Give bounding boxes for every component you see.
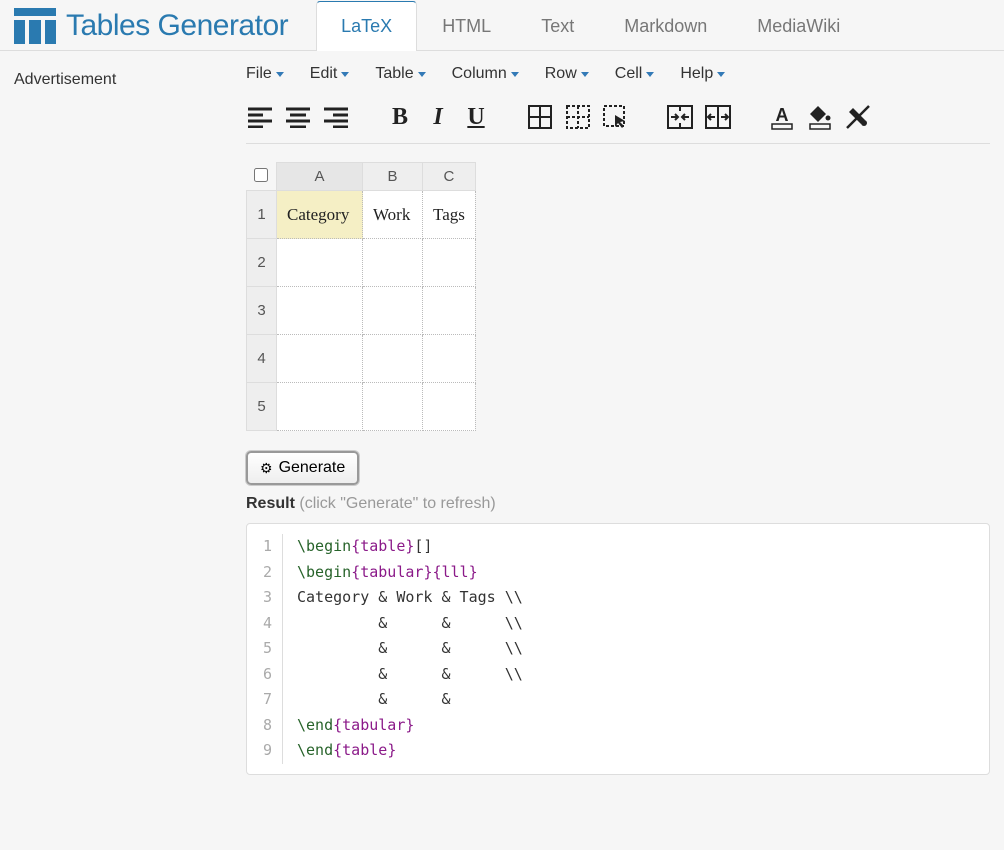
borders-dashed-icon[interactable] [564,103,592,131]
cell-C2[interactable] [423,239,476,287]
brand-text: Tables Generator [66,9,288,43]
cell-C5[interactable] [423,383,476,431]
cell-A5[interactable] [277,383,363,431]
tab-markdown[interactable]: Markdown [599,1,732,51]
underline-icon[interactable]: U [462,103,490,131]
code-output[interactable]: 1\begin{table}[]2\begin{tabular}{lll}3Ca… [246,523,990,775]
code-line: 9\end{table} [255,738,981,764]
chevron-down-icon [418,72,426,77]
menu-column[interactable]: Column [452,65,519,83]
cell-B1[interactable]: Work [363,191,423,239]
code-line: 2\begin{tabular}{lll} [255,560,981,586]
cell-B4[interactable] [363,335,423,383]
tab-text[interactable]: Text [516,1,599,51]
menu-file[interactable]: File [246,65,284,83]
cell-B5[interactable] [363,383,423,431]
generate-button[interactable]: ⚙ Generate [246,451,359,485]
chevron-down-icon [717,72,725,77]
col-header-C[interactable]: C [423,163,476,191]
row-header-1[interactable]: 1 [247,191,277,239]
cell-A4[interactable] [277,335,363,383]
menu-help[interactable]: Help [680,65,725,83]
align-center-icon[interactable] [284,103,312,131]
borders-all-icon[interactable] [526,103,554,131]
split-cells-icon[interactable] [704,103,732,131]
code-line: 6 & & \\ [255,662,981,688]
cell-B3[interactable] [363,287,423,335]
merge-cells-icon[interactable] [666,103,694,131]
row-header-4[interactable]: 4 [247,335,277,383]
format-tabs: LaTeXHTMLTextMarkdownMediaWiki [316,0,865,50]
bold-icon[interactable]: B [386,103,414,131]
menubar: File Edit Table Column Row Cell Help [246,51,990,97]
code-line: 5 & & \\ [255,636,981,662]
cell-A3[interactable] [277,287,363,335]
menu-cell[interactable]: Cell [615,65,655,83]
header: Tables Generator LaTeXHTMLTextMarkdownMe… [0,0,1004,51]
chevron-down-icon [276,72,284,77]
logo-icon [14,8,56,44]
code-line: 3Category & Work & Tags \\ [255,585,981,611]
italic-icon[interactable]: I [424,103,452,131]
toolbar: B I U A [246,97,990,144]
logo[interactable]: Tables Generator [0,0,302,50]
table-editor: ABC 1CategoryWorkTags 2345 [246,144,990,443]
menu-row[interactable]: Row [545,65,589,83]
result-heading: Result (click "Generate" to refresh) [246,495,990,513]
cell-C3[interactable] [423,287,476,335]
cell-C1[interactable]: Tags [423,191,476,239]
cell-B2[interactable] [363,239,423,287]
tab-mediawiki[interactable]: MediaWiki [732,1,865,51]
row-header-2[interactable]: 2 [247,239,277,287]
col-header-B[interactable]: B [363,163,423,191]
advertisement-label: Advertisement [0,51,246,775]
cell-A2[interactable] [277,239,363,287]
code-line: 7 & & [255,687,981,713]
row-header-3[interactable]: 3 [247,287,277,335]
chevron-down-icon [341,72,349,77]
generate-label: Generate [279,459,346,477]
svg-text:A: A [776,105,789,125]
row-header-5[interactable]: 5 [247,383,277,431]
clear-format-icon[interactable] [844,103,872,131]
gear-icon: ⚙ [260,460,273,477]
fill-color-icon[interactable] [806,103,834,131]
cell-C4[interactable] [423,335,476,383]
align-right-icon[interactable] [322,103,350,131]
menu-table[interactable]: Table [375,65,425,83]
text-color-icon[interactable]: A [768,103,796,131]
chevron-down-icon [581,72,589,77]
tab-html[interactable]: HTML [417,1,516,51]
cell-A1[interactable]: Category [277,191,363,239]
menu-edit[interactable]: Edit [310,65,350,83]
col-header-A[interactable]: A [277,163,363,191]
chevron-down-icon [511,72,519,77]
code-line: 1\begin{table}[] [255,534,981,560]
align-left-icon[interactable] [246,103,274,131]
code-line: 4 & & \\ [255,611,981,637]
borders-select-icon[interactable] [602,103,630,131]
code-line: 8\end{tabular} [255,713,981,739]
tab-latex[interactable]: LaTeX [316,1,417,51]
select-all-checkbox[interactable] [247,163,277,191]
chevron-down-icon [646,72,654,77]
